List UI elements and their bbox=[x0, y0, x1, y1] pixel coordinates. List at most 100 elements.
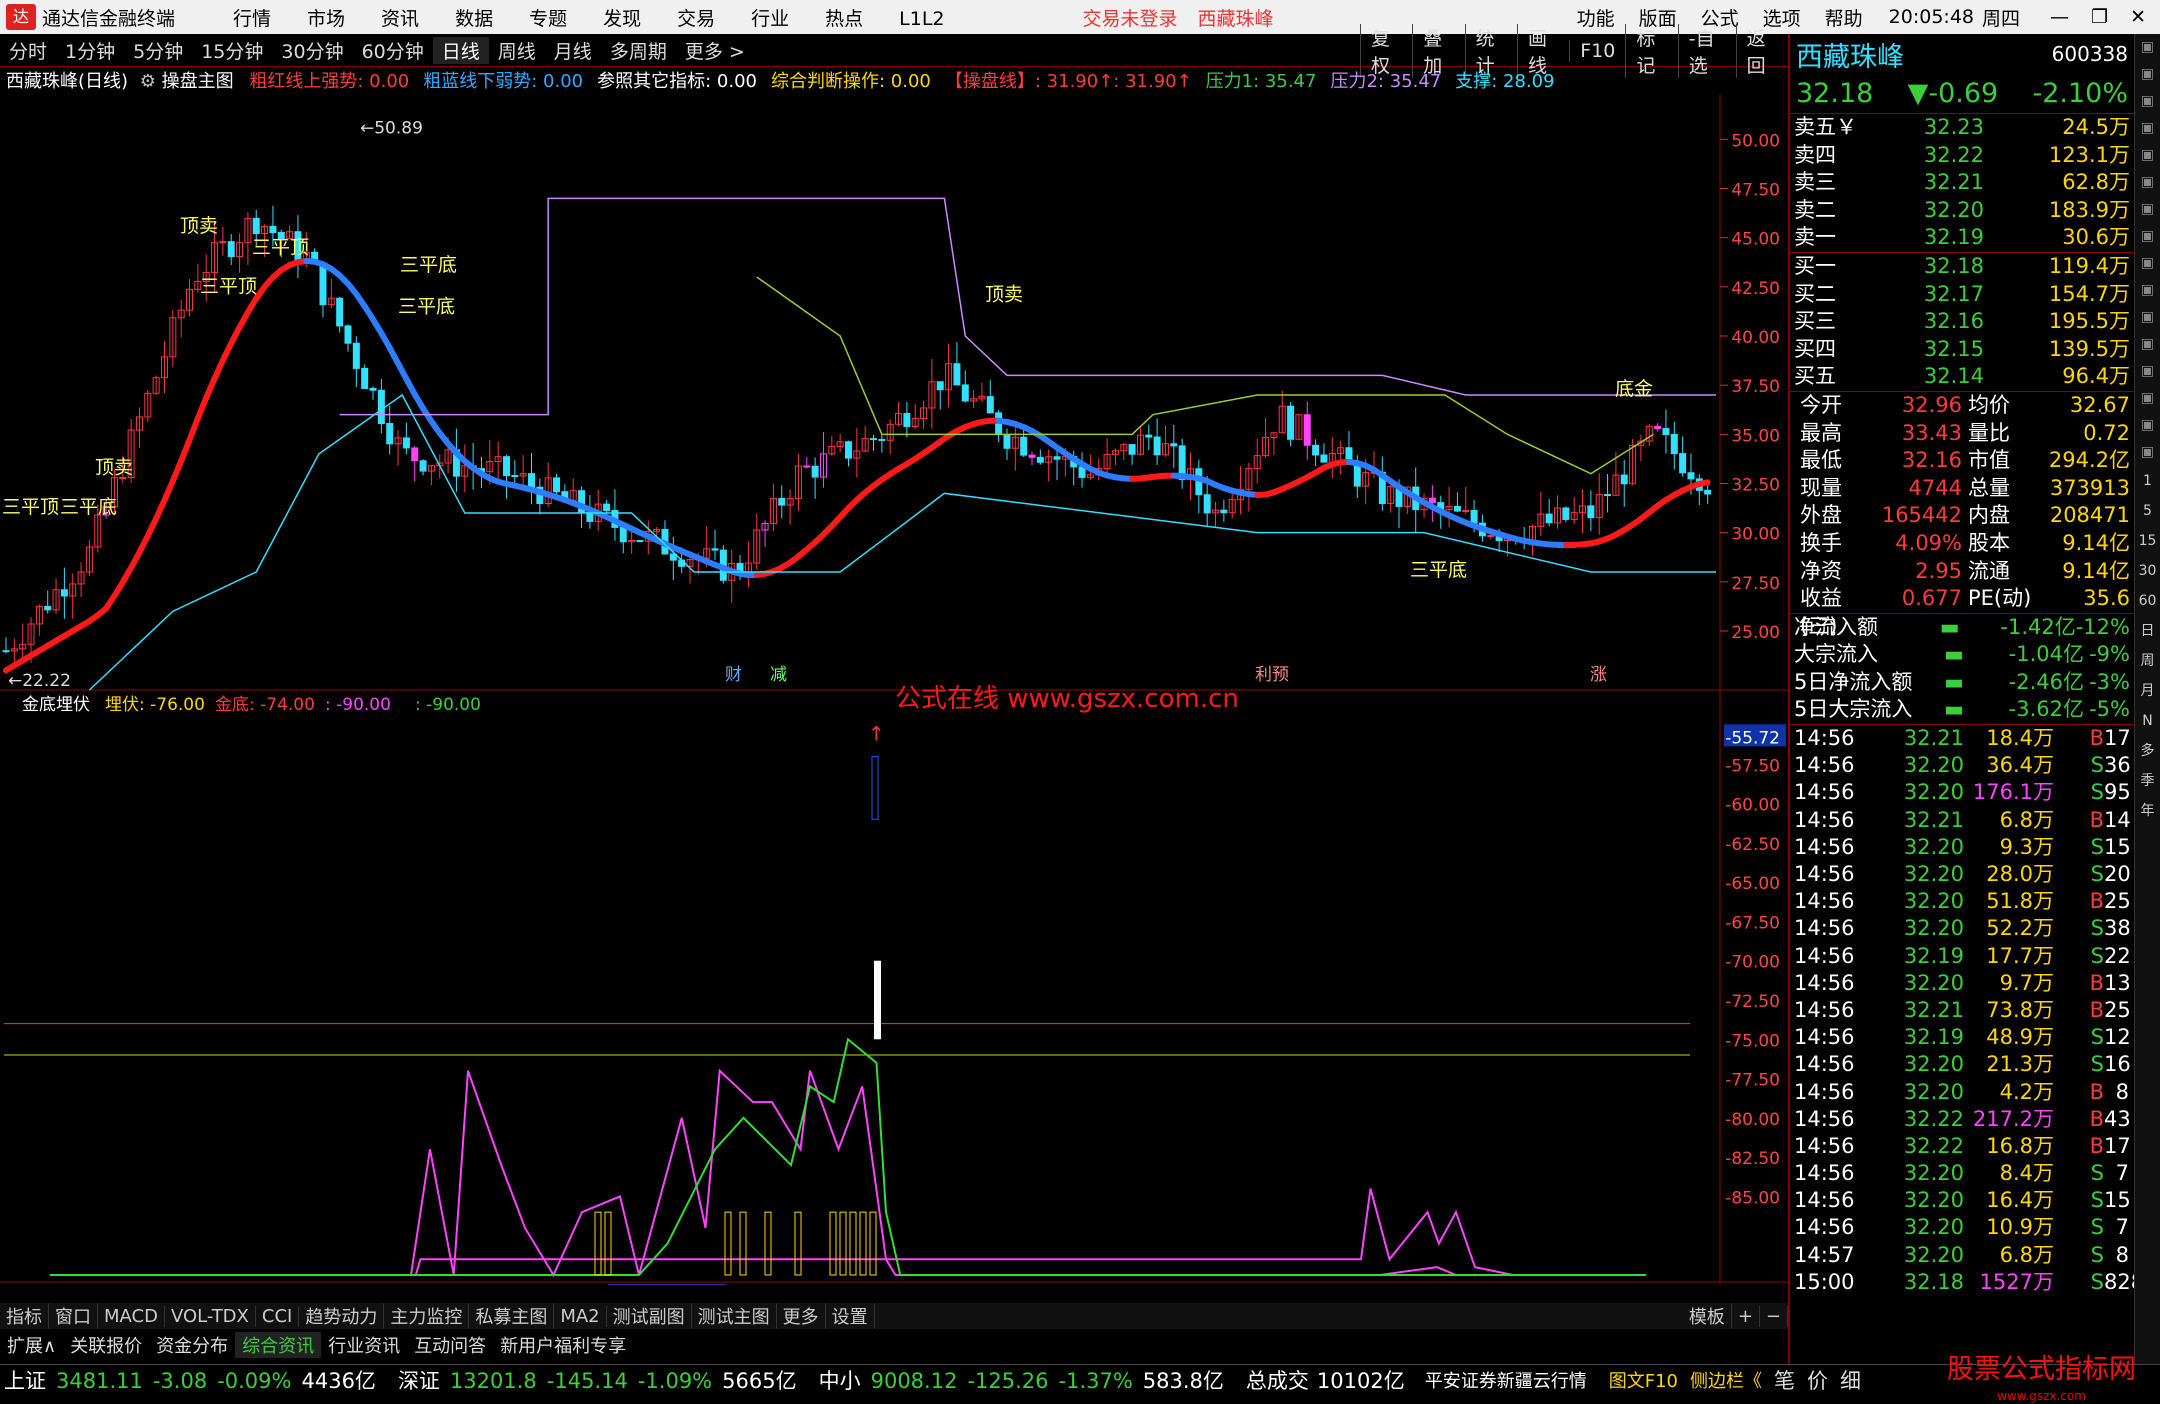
side-tool-icon[interactable]: ▣ bbox=[2135, 61, 2160, 88]
period-tab[interactable]: 多周期 bbox=[601, 37, 676, 64]
period-tab[interactable]: 15分钟 bbox=[192, 37, 272, 64]
indicator-tab[interactable]: MACD bbox=[98, 1306, 165, 1327]
menu-市场[interactable]: 市场 bbox=[307, 8, 345, 30]
indicator-tab[interactable]: 更多 bbox=[777, 1303, 826, 1329]
period-tab[interactable]: 更多 > bbox=[676, 37, 754, 64]
side-tool-icon[interactable]: ▣ bbox=[2135, 142, 2160, 169]
side-tool-icon[interactable]: ▣ bbox=[2135, 34, 2160, 61]
zx-index[interactable]: 中小9008.12-125.26-1.37%583.8亿 bbox=[819, 1365, 1234, 1395]
period-shortcut[interactable]: N bbox=[2135, 706, 2160, 736]
tick-cell: 14:56 bbox=[1794, 725, 1874, 752]
tick-cell: 17 bbox=[2104, 725, 2129, 752]
detail-button[interactable]: 细 bbox=[1840, 1365, 1861, 1395]
side-tool-icon[interactable]: ▣ bbox=[2135, 196, 2160, 223]
side-tool-icon[interactable]: ▣ bbox=[2135, 439, 2160, 466]
indicator-tab[interactable]: 设置 bbox=[826, 1303, 875, 1329]
tick-cell: S bbox=[2054, 915, 2104, 942]
indicator-tab[interactable]: 测试主图 bbox=[692, 1303, 777, 1329]
extension-tab[interactable]: 资金分布 bbox=[149, 1332, 235, 1358]
period-tab[interactable]: 30分钟 bbox=[272, 37, 352, 64]
side-tool-icon[interactable]: ▣ bbox=[2135, 331, 2160, 358]
template-button[interactable]: + bbox=[1732, 1306, 1760, 1327]
menu-专题[interactable]: 专题 bbox=[529, 8, 567, 30]
period-tab[interactable]: 60分钟 bbox=[353, 37, 433, 64]
f10-button[interactable]: 图文F10 bbox=[1609, 1367, 1678, 1393]
menu-行情[interactable]: 行情 bbox=[233, 8, 271, 30]
side-tool-icon[interactable]: ▣ bbox=[2135, 250, 2160, 277]
side-tool-icon[interactable]: ▣ bbox=[2135, 412, 2160, 439]
chart-tool-button[interactable]: F10 bbox=[1569, 40, 1625, 62]
menu-资讯[interactable]: 资讯 bbox=[381, 8, 419, 30]
period-shortcut[interactable]: 15 bbox=[2135, 526, 2160, 556]
indicator-tab[interactable]: 指标 bbox=[0, 1303, 49, 1329]
period-shortcut[interactable]: 30 bbox=[2135, 556, 2160, 586]
indicator-tab[interactable]: MA2 bbox=[554, 1306, 606, 1327]
menu-交易[interactable]: 交易 bbox=[677, 8, 715, 30]
period-shortcut[interactable]: 多 bbox=[2135, 736, 2160, 766]
indicator-tab[interactable]: VOL-TDX bbox=[165, 1306, 256, 1327]
period-tab[interactable]: 月线 bbox=[545, 37, 601, 64]
period-tab[interactable]: 日线 bbox=[433, 37, 489, 64]
extension-tab[interactable]: 互动问答 bbox=[407, 1332, 493, 1358]
period-shortcut[interactable]: 5 bbox=[2135, 496, 2160, 526]
restore-icon[interactable]: ❐ bbox=[2091, 6, 2108, 28]
menu-热点[interactable]: 热点 bbox=[825, 8, 863, 30]
tick-list[interactable]: 14:5632.2118.4万B1714:5632.2036.4万S3614:5… bbox=[1790, 725, 2134, 1296]
formula-name[interactable]: 操盘主图 bbox=[162, 71, 234, 92]
settings-icon[interactable]: ⚙ bbox=[140, 71, 156, 92]
indicator-tab[interactable]: 主力监控 bbox=[384, 1303, 469, 1329]
period-tab[interactable]: 分时 bbox=[0, 37, 56, 64]
close-icon[interactable]: ✕ bbox=[2130, 6, 2146, 28]
menu-L1L2[interactable]: L1L2 bbox=[899, 8, 944, 30]
minimize-icon[interactable]: — bbox=[2050, 6, 2069, 28]
period-tab[interactable]: 1分钟 bbox=[56, 37, 124, 64]
template-button[interactable]: 模板 bbox=[1683, 1303, 1732, 1329]
sub-tick-label: -62.50 bbox=[1725, 835, 1780, 855]
trend-line-segment bbox=[173, 461, 181, 481]
menu-帮助[interactable]: 帮助 bbox=[1825, 4, 1863, 31]
side-tool-icon[interactable]: ▣ bbox=[2135, 88, 2160, 115]
menu-行业[interactable]: 行业 bbox=[751, 8, 789, 30]
period-shortcut[interactable]: 1 bbox=[2135, 466, 2160, 496]
extension-tab[interactable]: 扩展∧ bbox=[0, 1332, 63, 1358]
sz-index[interactable]: 深证13201.8-145.14-1.09%5665亿 bbox=[398, 1365, 807, 1395]
extension-tab[interactable]: 关联报价 bbox=[63, 1332, 149, 1358]
sidebar-toggle[interactable]: 侧边栏《 bbox=[1690, 1367, 1762, 1393]
side-tool-icon[interactable]: ▣ bbox=[2135, 277, 2160, 304]
login-status[interactable]: 交易未登录 bbox=[1083, 4, 1178, 31]
side-tool-icon[interactable]: ▣ bbox=[2135, 385, 2160, 412]
indicator-tab[interactable]: CCI bbox=[256, 1306, 299, 1327]
extension-tab[interactable]: 新用户福利专享 bbox=[493, 1332, 633, 1358]
menu-功能[interactable]: 功能 bbox=[1577, 4, 1615, 31]
period-shortcut[interactable]: 日 bbox=[2135, 616, 2160, 646]
menu-发现[interactable]: 发现 bbox=[603, 8, 641, 30]
side-tool-icon[interactable]: ▣ bbox=[2135, 115, 2160, 142]
indicator-tab[interactable]: 私募主图 bbox=[469, 1303, 554, 1329]
tick-row: 14:5632.204.2万B8 bbox=[1790, 1079, 2134, 1106]
indicator-tab[interactable]: 趋势动力 bbox=[299, 1303, 384, 1329]
template-button[interactable]: − bbox=[1760, 1306, 1788, 1327]
period-shortcut[interactable]: 周 bbox=[2135, 646, 2160, 676]
period-tab[interactable]: 5分钟 bbox=[124, 37, 192, 64]
extension-tab[interactable]: 综合资讯 bbox=[235, 1332, 321, 1358]
pen-button[interactable]: 笔 bbox=[1774, 1365, 1795, 1395]
menu-数据[interactable]: 数据 bbox=[455, 8, 493, 30]
stat-cell: 35.6 bbox=[2041, 585, 2130, 613]
period-tab[interactable]: 周线 bbox=[489, 37, 545, 64]
sh-index[interactable]: 上证3481.11-3.08-0.09%4436亿 bbox=[4, 1365, 386, 1395]
side-tool-icon[interactable]: ▣ bbox=[2135, 358, 2160, 385]
side-tool-icon[interactable]: ▣ bbox=[2135, 304, 2160, 331]
indicator-tab[interactable]: 窗口 bbox=[49, 1303, 98, 1329]
side-tool-icon[interactable]: ▣ bbox=[2135, 169, 2160, 196]
period-shortcut[interactable]: 季 bbox=[2135, 766, 2160, 796]
period-shortcut[interactable]: 月 bbox=[2135, 676, 2160, 706]
kline-chart[interactable]: 50.0047.5045.0042.5040.0037.5035.0032.50… bbox=[0, 95, 1788, 1285]
period-shortcut[interactable]: 年 bbox=[2135, 796, 2160, 826]
period-shortcut[interactable]: 60 bbox=[2135, 586, 2160, 616]
indicator-tab[interactable]: 测试副图 bbox=[607, 1303, 692, 1329]
sub-indicator-value: 埋伏: -76.00 bbox=[105, 695, 205, 715]
price-button[interactable]: 价 bbox=[1807, 1365, 1828, 1395]
quote-cell: 119.4万 bbox=[1984, 253, 2130, 281]
extension-tab[interactable]: 行业资讯 bbox=[321, 1332, 407, 1358]
side-tool-icon[interactable]: ▣ bbox=[2135, 223, 2160, 250]
